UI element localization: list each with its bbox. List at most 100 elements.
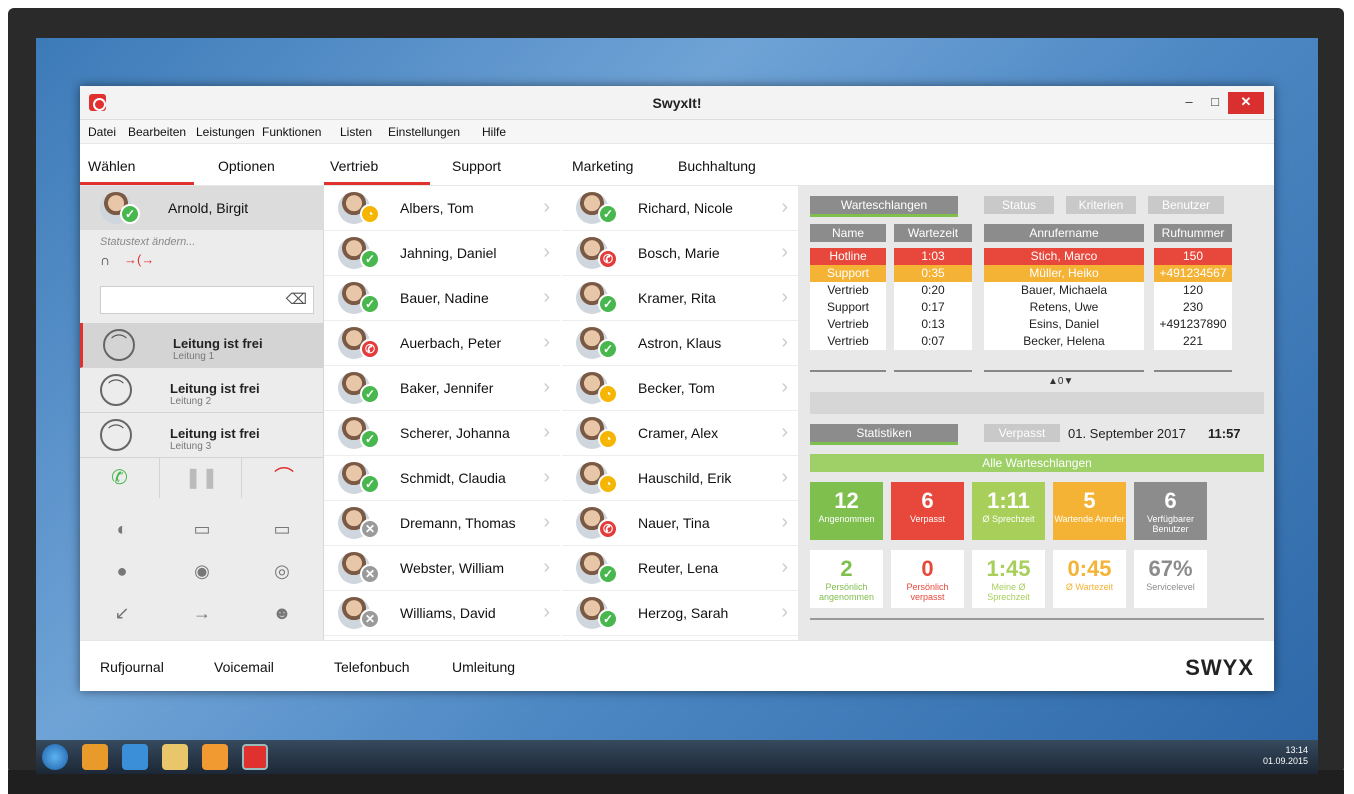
monitor-frame: SwyxIt! – □ ✕ Datei Bearbeiten Leistunge… — [0, 0, 1354, 794]
contact-row[interactable]: Schmidt, Claudia › — [324, 456, 560, 501]
queue-pager[interactable]: ▲0▼ — [1048, 376, 1073, 387]
contact-row[interactable]: Jahning, Daniel › — [324, 231, 560, 276]
contact-row[interactable]: Williams, David › — [324, 591, 560, 636]
swyxit-taskbar-icon[interactable] — [242, 744, 268, 770]
line-3[interactable]: ⌒ Leitung ist frei Leitung 3 — [80, 413, 324, 458]
tab-warteschlangen[interactable]: Warteschlangen — [810, 196, 958, 217]
explorer-icon[interactable] — [162, 744, 188, 770]
chevron-right-icon[interactable]: › — [543, 466, 550, 489]
tab-rufjournal[interactable]: Rufjournal — [100, 659, 164, 675]
chevron-right-icon[interactable]: › — [543, 196, 550, 219]
conference-toggle-icon[interactable]: ◐ — [102, 514, 142, 544]
chevron-right-icon[interactable]: › — [781, 511, 788, 534]
screen-share-icon[interactable]: ▭ — [262, 514, 302, 544]
chevron-right-icon[interactable]: › — [543, 421, 550, 444]
tab-umleitung[interactable]: Umleitung — [452, 659, 515, 675]
contact-row[interactable]: Becker, Tom › — [562, 366, 798, 411]
chevron-right-icon[interactable]: › — [543, 331, 550, 354]
chevron-right-icon[interactable]: › — [543, 511, 550, 534]
menu-einstellungen[interactable]: Einstellungen — [388, 125, 460, 139]
line-2[interactable]: ⌒ Leitung ist frei Leitung 2 — [80, 368, 324, 413]
forward-icon[interactable]: →(→ — [124, 252, 154, 267]
voicemail-icon[interactable]: ◎ — [262, 556, 302, 586]
tab-status[interactable]: Status — [984, 196, 1054, 214]
contact-row[interactable]: Bauer, Nadine › — [324, 276, 560, 321]
maximize-button[interactable]: □ — [1202, 92, 1228, 114]
contact-row[interactable]: Kramer, Rita › — [562, 276, 798, 321]
chevron-right-icon[interactable]: › — [781, 466, 788, 489]
contact-row[interactable]: Auerbach, Peter › — [324, 321, 560, 366]
menu-datei[interactable]: Datei — [88, 125, 116, 139]
contact-row[interactable]: Albers, Tom › — [324, 186, 560, 231]
chevron-right-icon[interactable]: › — [781, 556, 788, 579]
tab-kriterien[interactable]: Kriterien — [1066, 196, 1136, 214]
tab-voicemail[interactable]: Voicemail — [214, 659, 274, 675]
chevron-right-icon[interactable]: › — [543, 241, 550, 264]
chevron-right-icon[interactable]: › — [781, 286, 788, 309]
start-button-icon[interactable] — [42, 744, 68, 770]
own-user-card[interactable]: Arnold, Birgit — [80, 186, 324, 230]
tab-benutzer[interactable]: Benutzer — [1148, 196, 1224, 214]
contact-name: Schmidt, Claudia — [400, 470, 506, 486]
hold-button[interactable]: ❚❚ — [162, 458, 242, 498]
tab-telefonbuch[interactable]: Telefonbuch — [334, 659, 410, 675]
menu-leistungen[interactable]: Leistungen — [196, 125, 255, 139]
close-button[interactable]: ✕ — [1228, 92, 1264, 114]
menu-funktionen[interactable]: Funktionen — [262, 125, 321, 139]
contact-row[interactable]: Astron, Klaus › — [562, 321, 798, 366]
call-pickup-icon[interactable]: ↙ — [102, 598, 142, 628]
status-ok-icon — [360, 384, 380, 404]
minimize-button[interactable]: – — [1176, 92, 1202, 114]
contact-row[interactable]: Dremann, Thomas › — [324, 501, 560, 546]
contact-row[interactable]: Nauer, Tina › — [562, 501, 798, 546]
microphone-icon[interactable]: ● — [102, 556, 142, 586]
speaker-icon[interactable]: ◉ — [182, 556, 222, 586]
chevron-right-icon[interactable]: › — [781, 421, 788, 444]
contact-row[interactable]: Cramer, Alex › — [562, 411, 798, 456]
menu-listen[interactable]: Listen — [340, 125, 372, 139]
system-tray-clock[interactable]: 13:14 01.09.2015 — [1263, 745, 1308, 767]
backspace-icon[interactable]: ⌫ — [286, 290, 307, 308]
transfer-icon[interactable]: → — [182, 598, 222, 628]
chevron-right-icon[interactable]: › — [781, 331, 788, 354]
menu-bearbeiten[interactable]: Bearbeiten — [128, 125, 186, 139]
chevron-right-icon[interactable]: › — [543, 286, 550, 309]
contact-row[interactable]: Baker, Jennifer › — [324, 366, 560, 411]
tab-statistiken[interactable]: Statistiken — [810, 424, 958, 445]
tab-support[interactable]: Support — [452, 158, 501, 174]
chevron-right-icon[interactable]: › — [543, 376, 550, 399]
contact-name: Richard, Nicole — [638, 200, 733, 216]
contact-name: Bauer, Nadine — [400, 290, 489, 306]
internet-explorer-icon[interactable] — [122, 744, 148, 770]
line-1[interactable]: ⌒ Leitung ist frei Leitung 1 — [80, 323, 324, 368]
hangup-button[interactable]: ⌒ — [244, 458, 324, 498]
tab-waehlen[interactable]: Wählen — [88, 158, 135, 174]
headset-icon[interactable]: ∩ — [100, 252, 110, 268]
chevron-right-icon[interactable]: › — [781, 601, 788, 624]
contact-row[interactable]: Reuter, Lena › — [562, 546, 798, 591]
contact-row[interactable]: Hauschild, Erik › — [562, 456, 798, 501]
contact-row[interactable]: Webster, William › — [324, 546, 560, 591]
dial-input[interactable]: ⌫ — [100, 286, 314, 314]
status-text-input[interactable]: Statustext ändern... — [100, 236, 195, 248]
group-icon[interactable]: ☻ — [262, 598, 302, 628]
media-player-icon[interactable] — [202, 744, 228, 770]
tab-buchhaltung[interactable]: Buchhaltung — [678, 158, 756, 174]
tab-optionen[interactable]: Optionen — [218, 158, 275, 174]
filter-verpasst[interactable]: Verpasst — [984, 424, 1060, 442]
chevron-right-icon[interactable]: › — [543, 556, 550, 579]
chevron-right-icon[interactable]: › — [543, 601, 550, 624]
chevron-right-icon[interactable]: › — [781, 241, 788, 264]
contact-row[interactable]: Scherer, Johanna › — [324, 411, 560, 456]
contact-row[interactable]: Herzog, Sarah › — [562, 591, 798, 636]
menu-hilfe[interactable]: Hilfe — [482, 125, 506, 139]
chevron-right-icon[interactable]: › — [781, 376, 788, 399]
tab-vertrieb[interactable]: Vertrieb — [330, 158, 378, 174]
outlook-icon[interactable] — [82, 744, 108, 770]
contact-row[interactable]: Richard, Nicole › — [562, 186, 798, 231]
tab-marketing[interactable]: Marketing — [572, 158, 633, 174]
contact-row[interactable]: Bosch, Marie › — [562, 231, 798, 276]
chevron-right-icon[interactable]: › — [781, 196, 788, 219]
video-icon[interactable]: ▭ — [182, 514, 222, 544]
pickup-button[interactable]: ✆ — [80, 458, 160, 498]
